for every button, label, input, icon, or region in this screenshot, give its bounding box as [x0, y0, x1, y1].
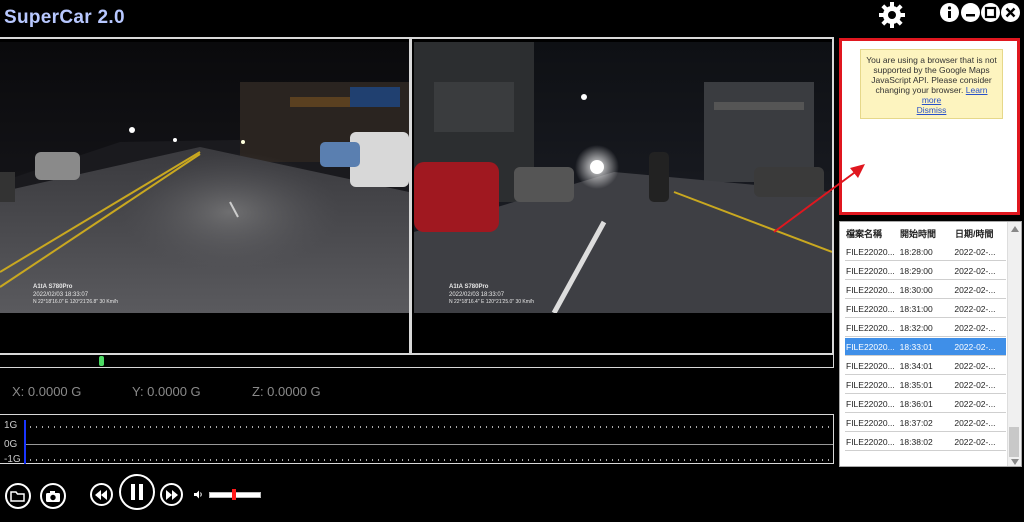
start-time-cell: 18:36:01	[899, 398, 933, 409]
date-cell: 2022-02-...	[954, 417, 996, 428]
start-time-cell: 18:32:00	[899, 322, 933, 333]
snapshot-button[interactable]	[40, 483, 66, 509]
camera-icon	[46, 490, 60, 502]
title-bar: SuperCar 2.0	[0, 0, 1024, 34]
front-camera-coords: N 22°18'16.0" E 120°21'26.8" 30 Km/h	[33, 299, 119, 305]
front-camera-scene	[0, 42, 409, 313]
date-cell: 2022-02-...	[954, 341, 996, 352]
start-time-cell: 18:30:00	[899, 284, 933, 295]
date-cell: 2022-02-...	[954, 322, 996, 333]
camera-divider	[409, 37, 412, 355]
front-camera-model: A1tA S780Pro	[33, 284, 73, 290]
file-list-row[interactable]: FILE22020... 18:37:02 2022-02-...	[845, 414, 1006, 432]
file-list-row[interactable]: FILE22020... 18:34:01 2022-02-...	[845, 357, 1006, 375]
date-cell: 2022-02-...	[954, 284, 996, 295]
graph-position-marker	[24, 420, 26, 464]
start-time-cell: 18:31:00	[899, 303, 933, 314]
start-time-cell: 18:37:02	[899, 417, 933, 428]
file-name-cell: FILE22020...	[846, 322, 894, 333]
file-name-cell: FILE22020...	[846, 303, 894, 314]
file-list-row[interactable]: FILE22020... 18:29:00 2022-02-...	[845, 262, 1006, 280]
pause-button[interactable]	[119, 474, 155, 510]
front-camera-view[interactable]: A1tA S780Pro 2022/02/03 18:33:07 N 22°18…	[0, 42, 409, 313]
start-time-cell: 18:29:00	[899, 265, 933, 276]
graph-baseline	[24, 444, 833, 445]
scroll-up-icon[interactable]	[1011, 226, 1019, 232]
file-list-row[interactable]: FILE22020... 18:36:01 2022-02-...	[845, 395, 1006, 413]
file-name-cell: FILE22020...	[846, 379, 894, 390]
file-list-row[interactable]: FILE22020... 18:32:00 2022-02-...	[845, 319, 1006, 337]
file-list-row[interactable]: FILE22020... 18:35:01 2022-02-...	[845, 376, 1006, 394]
date-cell: 2022-02-...	[954, 398, 996, 409]
date-cell: 2022-02-...	[954, 246, 996, 257]
graph-gridline-top	[24, 426, 833, 428]
start-time-cell: 18:34:01	[899, 360, 933, 371]
date-cell: 2022-02-...	[954, 303, 996, 314]
file-list-scrollbar[interactable]	[1007, 222, 1021, 466]
volume-knob[interactable]	[232, 489, 236, 500]
maximize-icon[interactable]	[981, 3, 1000, 22]
start-time-cell: 18:33:01	[899, 341, 933, 352]
rear-camera-coords: N 22°18'16.4" E 120°21'25.0" 30 Km/h	[449, 299, 535, 305]
gsensor-x: X: 0.0000 G	[12, 384, 82, 399]
header-datetime[interactable]: 日期/時間	[949, 222, 1007, 242]
file-list-row[interactable]: FILE22020... 18:28:00 2022-02-...	[845, 243, 1006, 261]
graph-label-top: 1G	[4, 420, 18, 431]
file-name-cell: FILE22020...	[846, 265, 894, 276]
graph-label-bottom: -1G	[4, 454, 21, 465]
seek-bar[interactable]	[0, 354, 834, 368]
gear-icon[interactable]	[879, 2, 905, 28]
rear-camera-model: A1tA S780Pro	[449, 284, 489, 290]
app-title: SuperCar 2.0	[4, 7, 125, 28]
date-cell: 2022-02-...	[954, 436, 996, 447]
date-cell: 2022-02-...	[954, 265, 996, 276]
info-icon[interactable]	[940, 3, 959, 22]
volume-icon	[194, 490, 202, 499]
gsensor-graph[interactable]: 1G 0G -1G	[0, 414, 834, 465]
file-name-cell: FILE22020...	[846, 436, 894, 447]
file-list[interactable]: 檔案名稱 開始時間 日期/時間 FILE22020... 18:28:00 2022…	[839, 221, 1022, 467]
file-list-header: 檔案名稱 開始時間 日期/時間	[840, 222, 1007, 242]
pause-icon	[131, 484, 143, 500]
start-time-cell: 18:28:00	[899, 246, 933, 257]
date-cell: 2022-02-...	[954, 379, 996, 390]
rewind-button[interactable]	[90, 483, 113, 506]
graph-gridline-bottom	[24, 459, 833, 461]
maps-unsupported-message: You are using a browser that is not supp…	[860, 49, 1003, 119]
file-name-cell: FILE22020...	[846, 417, 894, 428]
file-list-scroll-thumb[interactable]	[1009, 427, 1019, 457]
file-list-row[interactable]: FILE22020... 18:31:00 2022-02-...	[845, 300, 1006, 318]
seek-thumb[interactable]	[99, 356, 104, 366]
rewind-icon	[95, 489, 107, 500]
scroll-down-icon[interactable]	[1011, 459, 1019, 465]
file-list-row[interactable]: FILE22020... 18:30:00 2022-02-...	[845, 281, 1006, 299]
gsensor-y: Y: 0.0000 G	[132, 384, 201, 399]
file-list-row[interactable]: FILE22020... 18:38:02 2022-02-...	[845, 433, 1006, 451]
fast-forward-button[interactable]	[160, 483, 183, 506]
file-name-cell: FILE22020...	[846, 341, 894, 352]
file-name-cell: FILE22020...	[846, 398, 894, 409]
graph-label-mid: 0G	[4, 439, 18, 450]
fast-forward-icon	[166, 489, 178, 500]
file-name-cell: FILE22020...	[846, 284, 894, 295]
date-cell: 2022-02-...	[954, 360, 996, 371]
start-time-cell: 18:38:02	[899, 436, 933, 447]
open-folder-button[interactable]	[5, 483, 31, 509]
start-time-cell: 18:35:01	[899, 379, 933, 390]
file-name-cell: FILE22020...	[846, 246, 894, 257]
file-list-row[interactable]: FILE22020... 18:33:01 2022-02-...	[845, 338, 1006, 356]
header-start-time[interactable]: 開始時間	[894, 222, 949, 242]
close-icon[interactable]	[1001, 3, 1020, 22]
file-name-cell: FILE22020...	[846, 360, 894, 371]
folder-icon	[10, 491, 25, 502]
gsensor-z: Z: 0.0000 G	[252, 384, 321, 399]
header-filename[interactable]: 檔案名稱	[840, 222, 894, 242]
minimize-icon[interactable]	[961, 3, 980, 22]
maps-dismiss-link[interactable]: Dismiss	[917, 105, 947, 115]
